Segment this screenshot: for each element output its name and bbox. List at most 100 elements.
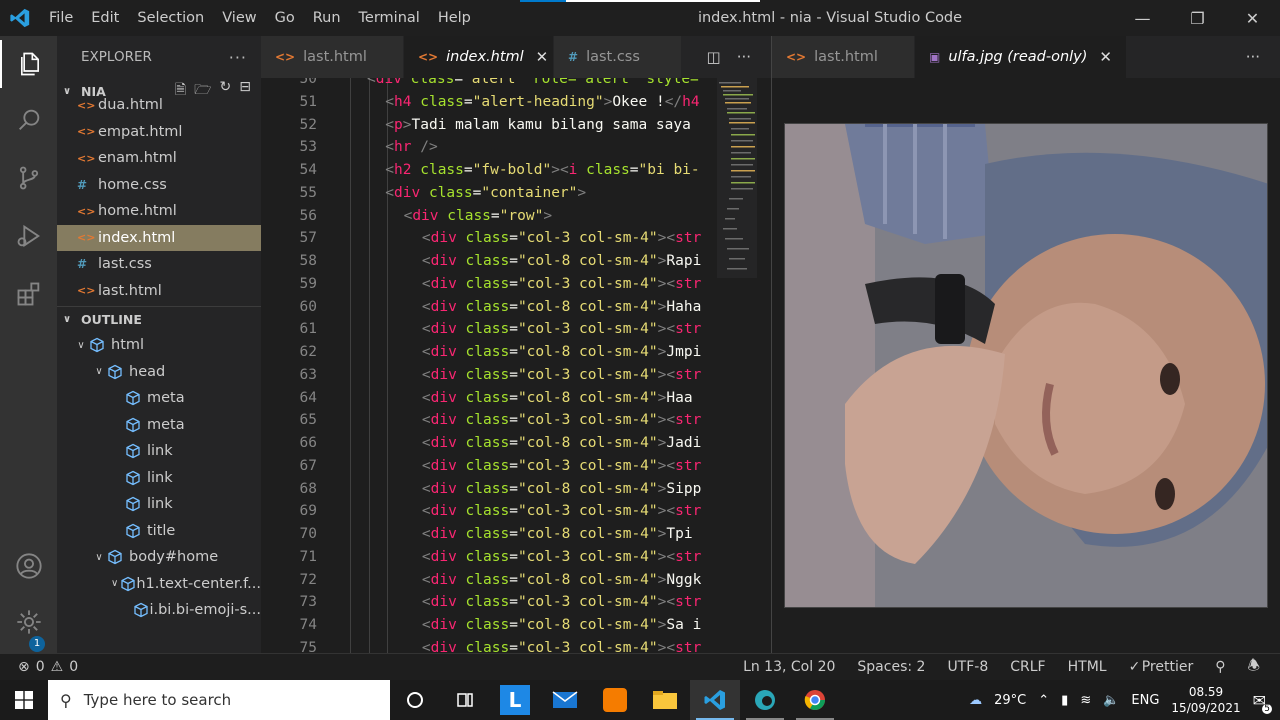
- more-actions-icon[interactable]: ···: [1246, 48, 1260, 66]
- battery-icon[interactable]: ▮: [1061, 693, 1068, 708]
- code-line: 63 <div class="col-3 col-sm-4"><str: [261, 364, 717, 387]
- symbol-element-icon: [125, 417, 147, 433]
- minimize-icon[interactable]: —: [1115, 0, 1170, 36]
- file-explorer-icon[interactable]: [640, 680, 690, 720]
- problems-indicator[interactable]: ⊗ 0 ⚠ 0: [0, 659, 78, 675]
- vscode-taskbar-icon[interactable]: [690, 680, 740, 720]
- weather-icon[interactable]: ☁: [969, 693, 982, 708]
- volume-icon[interactable]: 🔈: [1103, 693, 1119, 708]
- code-token: >: [577, 184, 587, 201]
- line-endings[interactable]: CRLF: [1010, 659, 1045, 675]
- outline-item[interactable]: link: [57, 438, 261, 465]
- app-orange-icon[interactable]: [590, 680, 640, 720]
- code-line: 69 <div class="col-3 col-sm-4"><str: [261, 500, 717, 523]
- outline-item[interactable]: ∨ body#home: [57, 544, 261, 571]
- menu-file[interactable]: File: [40, 0, 82, 36]
- code-token: class: [456, 230, 510, 247]
- code-token: "col-3 col-sm-4": [517, 275, 658, 292]
- file-item[interactable]: <> empat.html: [57, 119, 261, 146]
- launcher-app-icon[interactable]: L: [490, 680, 540, 720]
- chrome-icon[interactable]: [790, 680, 840, 720]
- extensions-icon[interactable]: [0, 270, 57, 318]
- temperature[interactable]: 29°C: [994, 693, 1026, 708]
- edge-icon[interactable]: [740, 680, 790, 720]
- tab-index-html[interactable]: <> index.html ✕: [404, 36, 554, 78]
- chevron-up-icon[interactable]: ⌃: [1038, 693, 1049, 708]
- tab-last-css[interactable]: # last.css: [554, 36, 682, 78]
- source-control-icon[interactable]: [0, 154, 57, 202]
- file-item[interactable]: <> last.html: [57, 278, 261, 305]
- file-item[interactable]: <>lima.html: [57, 304, 261, 306]
- outline-item[interactable]: link: [57, 465, 261, 492]
- input-language[interactable]: ENG: [1131, 693, 1159, 708]
- code-token: div: [430, 321, 457, 338]
- accounts-icon[interactable]: [0, 542, 57, 590]
- outline-item[interactable]: i.bi.bi-emoji-s...: [57, 597, 261, 624]
- file-item[interactable]: # last.css: [57, 251, 261, 278]
- code-token: =: [509, 435, 518, 451]
- task-view-icon[interactable]: [440, 680, 490, 720]
- outline-item[interactable]: title: [57, 518, 261, 545]
- cortana-icon[interactable]: [390, 680, 440, 720]
- outline-item[interactable]: meta: [57, 412, 261, 439]
- encoding[interactable]: UTF-8: [947, 659, 988, 675]
- more-actions-icon[interactable]: ···: [737, 48, 751, 66]
- search-icon[interactable]: [0, 96, 57, 144]
- language-mode[interactable]: HTML: [1068, 659, 1107, 675]
- explorer-icon[interactable]: [0, 40, 57, 88]
- outline-item[interactable]: meta: [57, 385, 261, 412]
- split-editor-icon[interactable]: ◫: [707, 48, 721, 66]
- code-token: <: [666, 275, 676, 292]
- close-icon[interactable]: ✕: [536, 48, 549, 66]
- notifications-bell-icon[interactable]: 🕭: [1247, 655, 1260, 679]
- close-icon[interactable]: ✕: [1225, 0, 1280, 36]
- manage-gear-icon[interactable]: 1: [0, 598, 57, 652]
- tab-last-html[interactable]: <> last.html: [772, 36, 915, 78]
- outline-item[interactable]: link: [57, 491, 261, 518]
- menu-help[interactable]: Help: [429, 0, 480, 36]
- code-token: class: [456, 435, 510, 451]
- feedback-icon[interactable]: ⚲: [1215, 659, 1225, 675]
- outline-item[interactable]: ∨ h1.text-center.f...: [57, 571, 261, 598]
- line-number: 62: [299, 344, 317, 360]
- code-token: <: [421, 412, 431, 429]
- mail-icon[interactable]: [540, 680, 590, 720]
- code-token: class: [456, 571, 510, 588]
- clock[interactable]: 08.59 15/09/2021: [1171, 684, 1240, 716]
- outline-item[interactable]: ∨ head: [57, 359, 261, 386]
- file-item[interactable]: <> enam.html: [57, 145, 261, 172]
- restore-icon[interactable]: ❐: [1170, 0, 1225, 36]
- file-item[interactable]: <> dua.html: [57, 92, 261, 119]
- menu-run[interactable]: Run: [304, 0, 350, 36]
- code-token: div: [430, 571, 457, 588]
- tab-ulfa-jpg[interactable]: ▣ ulfa.jpg (read-only) ✕: [915, 36, 1127, 78]
- menu-view[interactable]: View: [213, 0, 265, 36]
- outline-section-header[interactable]: ∨ OUTLINE: [57, 306, 261, 332]
- close-icon[interactable]: ✕: [1099, 48, 1112, 66]
- indentation[interactable]: Spaces: 2: [857, 659, 925, 675]
- file-item[interactable]: # home.css: [57, 172, 261, 199]
- tab-last-html[interactable]: <> last.html: [261, 36, 404, 78]
- code-text: <div class="row">: [404, 205, 552, 228]
- cursor-position[interactable]: Ln 13, Col 20: [743, 659, 835, 675]
- taskbar-search-box[interactable]: ⚲ Type here to search: [48, 680, 390, 720]
- prettier-status[interactable]: ✓ Prettier: [1129, 659, 1194, 675]
- menu-edit[interactable]: Edit: [82, 0, 128, 36]
- outline-item[interactable]: ∨ html: [57, 332, 261, 359]
- menu-selection[interactable]: Selection: [128, 0, 213, 36]
- wifi-icon[interactable]: ≋: [1080, 693, 1091, 708]
- menu-go[interactable]: Go: [266, 0, 304, 36]
- menu-terminal[interactable]: Terminal: [350, 0, 429, 36]
- code-line: 60 <div class="col-8 col-sm-4">Haha: [261, 296, 717, 319]
- code-editor[interactable]: 50 <div class="alert" role="alert" style=…: [261, 78, 717, 653]
- file-item[interactable]: <> index.html: [57, 224, 261, 251]
- more-actions-icon[interactable]: ···: [229, 48, 247, 67]
- windows-start-icon[interactable]: [0, 680, 48, 720]
- minimap[interactable]: [717, 78, 757, 653]
- run-debug-icon[interactable]: [0, 212, 57, 260]
- file-item[interactable]: <> home.html: [57, 198, 261, 225]
- vscode-logo-icon[interactable]: [0, 0, 40, 36]
- notification-center-icon[interactable]: ✉ 5: [1253, 691, 1272, 714]
- code-token: Nggk: [666, 571, 702, 588]
